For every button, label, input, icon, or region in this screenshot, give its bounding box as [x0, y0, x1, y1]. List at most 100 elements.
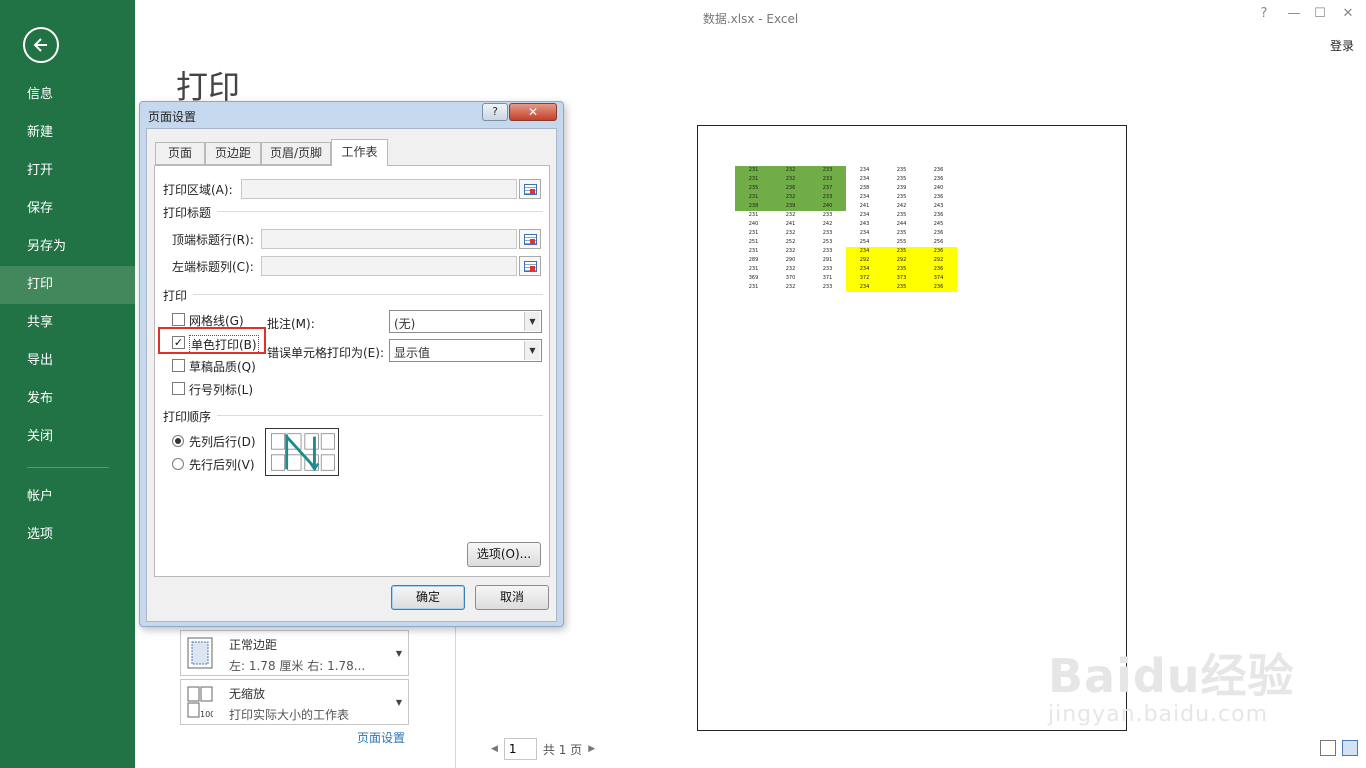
- print-group: 打印: [163, 289, 188, 303]
- comments-value: (无): [394, 317, 416, 331]
- nav-item-options[interactable]: 选项: [0, 516, 135, 554]
- print-titles-group: 打印标题: [163, 206, 212, 220]
- margins-icon: [187, 637, 213, 669]
- table-cell: 233: [809, 166, 846, 175]
- gridlines-checkbox[interactable]: [172, 313, 185, 326]
- table-cell: 234: [859, 230, 870, 236]
- table-cell: 235: [735, 184, 772, 193]
- table-cell: 240: [748, 221, 759, 227]
- ok-button[interactable]: 确定: [391, 585, 465, 610]
- nav-item-open[interactable]: 打开: [0, 152, 135, 190]
- draft-quality-checkbox[interactable]: [172, 359, 185, 372]
- table-cell: 233: [822, 212, 833, 218]
- table-cell: 236: [772, 184, 809, 193]
- gridlines-label[interactable]: 网格线(G): [189, 312, 244, 329]
- dialog-close-button[interactable]: ✕: [509, 103, 557, 121]
- restore-icon[interactable]: ☐: [1308, 6, 1332, 21]
- cols-to-repeat-input[interactable]: [261, 256, 517, 276]
- over-then-down-label[interactable]: 先行后列(V): [189, 456, 255, 473]
- down-then-over-radio[interactable]: [172, 435, 184, 447]
- print-area-input[interactable]: [241, 179, 517, 199]
- zoom-to-page-icon[interactable]: [1342, 740, 1358, 756]
- sign-in-link[interactable]: 登录: [1330, 37, 1354, 54]
- nav-item-save[interactable]: 保存: [0, 190, 135, 228]
- table-cell: 232: [785, 230, 796, 236]
- table-cell: 232: [785, 248, 796, 254]
- down-then-over-label[interactable]: 先列后行(D): [189, 433, 256, 450]
- row-col-headings-label[interactable]: 行号列标(L): [189, 381, 253, 398]
- comments-select[interactable]: (无) ▼: [389, 310, 542, 333]
- minimize-icon[interactable]: —: [1282, 6, 1306, 21]
- page-navigator: ◀ 共 1 页 ▶: [491, 737, 595, 761]
- table-row: 231 232 233 234 235 236: [735, 283, 957, 292]
- rows-to-repeat-input[interactable]: [261, 229, 517, 249]
- table-cell: 232: [785, 266, 796, 272]
- scaling-title: 无缩放: [229, 687, 266, 701]
- collapse-dialog-icon[interactable]: [519, 256, 541, 276]
- table-cell: 256: [933, 239, 944, 245]
- nav-item-new[interactable]: 新建: [0, 114, 135, 152]
- table-cell: 373: [883, 274, 920, 283]
- chevron-down-icon: ▼: [524, 341, 540, 360]
- nav-item-close[interactable]: 关闭: [0, 418, 135, 456]
- table-cell: 237: [809, 184, 846, 193]
- cell-errors-value: 显示值: [394, 346, 431, 360]
- table-row: 369 370 371 372 373 374: [735, 274, 957, 283]
- margins-title: 正常边距: [229, 638, 278, 652]
- options-button[interactable]: 选项(O)...: [467, 542, 541, 567]
- show-margins-icon[interactable]: [1320, 740, 1336, 756]
- tab-sheet[interactable]: 工作表: [331, 139, 388, 166]
- cell-errors-select[interactable]: 显示值 ▼: [389, 339, 542, 362]
- over-then-down-radio[interactable]: [172, 458, 184, 470]
- table-cell: 241: [859, 203, 870, 209]
- nav-item-share[interactable]: 共享: [0, 304, 135, 342]
- table-cell: 252: [785, 239, 796, 245]
- table-cell: 234: [859, 194, 870, 200]
- black-and-white-label[interactable]: 单色打印(B): [189, 335, 259, 354]
- tab-header-footer[interactable]: 页眉/页脚: [261, 142, 331, 165]
- cancel-button[interactable]: 取消: [475, 585, 549, 610]
- table-cell: 233: [822, 248, 833, 254]
- nav-item-print[interactable]: 打印: [0, 266, 135, 304]
- previous-page-icon[interactable]: ◀: [491, 744, 498, 754]
- table-cell: 234: [859, 167, 870, 173]
- collapse-dialog-icon[interactable]: [519, 229, 541, 249]
- draft-quality-label[interactable]: 草稿品质(Q): [189, 358, 256, 375]
- page-number-input[interactable]: [503, 738, 537, 760]
- nav-item-export[interactable]: 导出: [0, 342, 135, 380]
- next-page-icon[interactable]: ▶: [588, 744, 595, 754]
- tab-page[interactable]: 页面: [155, 142, 205, 165]
- page-setup-link[interactable]: 页面设置: [357, 729, 405, 746]
- collapse-dialog-icon[interactable]: [519, 179, 541, 199]
- back-arrow-icon[interactable]: [23, 27, 59, 63]
- table-cell: 236: [933, 230, 944, 236]
- table-cell: 244: [896, 221, 907, 227]
- rows-to-repeat-label: 顶端标题行(R):: [172, 233, 254, 247]
- table-cell: 243: [859, 221, 870, 227]
- nav-item-publish[interactable]: 发布: [0, 380, 135, 418]
- table-cell: 374: [920, 274, 957, 283]
- cols-to-repeat-label: 左端标题列(C):: [172, 260, 254, 274]
- table-cell: 370: [785, 275, 796, 281]
- tab-margins[interactable]: 页边距: [205, 142, 261, 165]
- table-cell: 254: [859, 239, 870, 245]
- table-row: 231 232 233 234 235 236: [735, 193, 957, 202]
- scaling-setting[interactable]: 100 无缩放 打印实际大小的工作表 ▼: [180, 679, 409, 725]
- table-cell: 292: [920, 256, 957, 265]
- table-cell: 236: [933, 176, 944, 182]
- row-col-headings-checkbox[interactable]: [172, 382, 185, 395]
- nav-item-save-as[interactable]: 另存为: [0, 228, 135, 266]
- nav-item-info[interactable]: 信息: [0, 76, 135, 114]
- table-cell: 235: [896, 230, 907, 236]
- nav-item-account[interactable]: 帐户: [0, 478, 135, 516]
- black-and-white-checkbox[interactable]: ✓: [172, 336, 185, 349]
- table-cell: 236: [933, 167, 944, 173]
- table-cell: 292: [883, 256, 920, 265]
- dialog-title: 页面设置: [148, 110, 197, 124]
- table-cell: 236: [920, 283, 957, 292]
- close-icon[interactable]: ✕: [1336, 6, 1360, 21]
- help-icon[interactable]: ?: [1252, 6, 1276, 21]
- margins-setting[interactable]: 正常边距 左: 1.78 厘米 右: 1.78... ▼: [180, 630, 409, 676]
- dialog-help-button[interactable]: ?: [482, 103, 508, 121]
- page-total: 共 1 页: [542, 742, 583, 757]
